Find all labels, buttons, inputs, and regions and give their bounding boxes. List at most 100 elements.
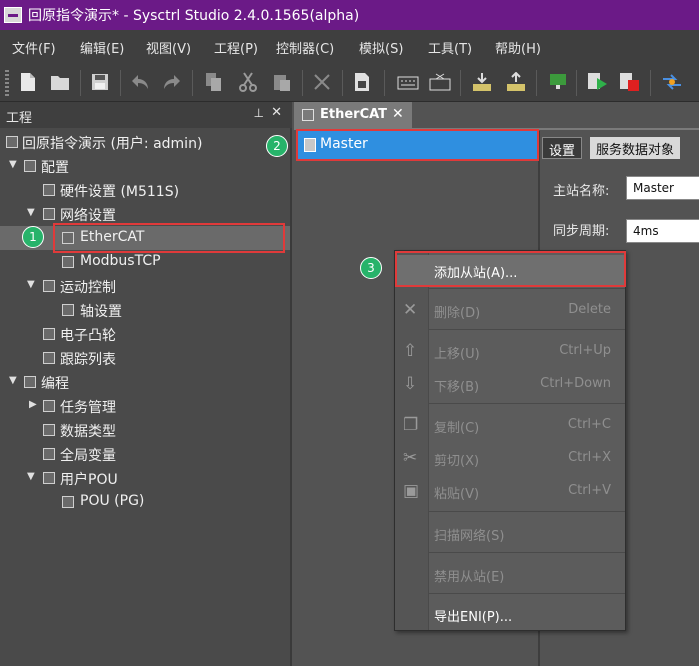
tree-item-globalvar[interactable]: 全局变量 xyxy=(0,442,290,466)
tree-item-task[interactable]: ▶ 任务管理 xyxy=(0,394,290,418)
master-name-field[interactable]: Master xyxy=(626,176,699,200)
menu-item-delete[interactable]: ✕ 删除(D) Delete xyxy=(395,295,625,325)
stop-icon[interactable] xyxy=(618,70,642,94)
menu-file[interactable]: 文件(F) xyxy=(12,38,56,57)
expand-arrow-icon[interactable]: ▼ xyxy=(27,207,35,218)
expand-arrow-icon[interactable]: ▼ xyxy=(27,471,35,482)
tree-item-program[interactable]: ▼ 编程 xyxy=(0,370,290,394)
cut-icon[interactable] xyxy=(236,70,260,94)
menu-simulate[interactable]: 模拟(S) xyxy=(359,38,403,57)
tree-item-label: 任务管理 xyxy=(60,400,116,416)
menu-item-copy[interactable]: ❐ 复制(C) Ctrl+C xyxy=(395,410,625,440)
tree-item-axis[interactable]: 轴设置 xyxy=(0,298,290,322)
tree-item-label: POU (PG) xyxy=(80,493,145,509)
callout-badge-3: 3 xyxy=(360,257,382,279)
tree-item-label: 运动控制 xyxy=(60,280,116,296)
menu-separator xyxy=(429,593,625,594)
callout-badge-1: 1 xyxy=(22,226,44,248)
trace-icon xyxy=(43,352,55,364)
open-folder-icon[interactable] xyxy=(48,70,72,94)
menu-separator xyxy=(429,552,625,553)
new-file-icon[interactable] xyxy=(16,70,40,94)
upload-icon[interactable] xyxy=(504,70,528,94)
tab-ethercat[interactable]: EtherCAT ✕ xyxy=(294,102,412,128)
tree-item-pou[interactable]: POU (PG) xyxy=(0,490,290,514)
toolbar-separator xyxy=(460,70,461,96)
menu-project[interactable]: 工程(P) xyxy=(214,38,258,57)
network-icon xyxy=(43,208,55,220)
build-icon[interactable] xyxy=(350,70,374,94)
download-icon[interactable] xyxy=(470,70,494,94)
redo-icon[interactable] xyxy=(160,70,184,94)
tree-item-hardware[interactable]: 硬件设置 (M511S) xyxy=(0,178,290,202)
tree-item-datatype[interactable]: 数据类型 xyxy=(0,418,290,442)
menu-item-disable-slave[interactable]: 禁用从站(E) xyxy=(395,559,625,589)
tree-item-label: 跟踪列表 xyxy=(60,352,116,368)
expand-arrow-icon[interactable]: ▼ xyxy=(9,159,17,170)
app-icon xyxy=(4,7,22,23)
close-icon[interactable]: ✕ xyxy=(392,106,404,122)
sync-cycle-field[interactable]: 4ms xyxy=(626,219,699,243)
toolbar-separator xyxy=(120,70,121,96)
tree-item-userpou[interactable]: ▼ 用户POU xyxy=(0,466,290,490)
tree-item-trace[interactable]: 跟踪列表 xyxy=(0,346,290,370)
pou-folder-icon xyxy=(43,472,55,484)
window-title: 回原指令演示* - Sysctrl Studio 2.4.0.1565(alph… xyxy=(28,8,360,24)
transfer-icon[interactable] xyxy=(660,70,684,94)
cut-icon: ✂ xyxy=(403,448,418,468)
cam-icon xyxy=(43,328,55,340)
toolbar-separator xyxy=(576,70,577,96)
menu-separator xyxy=(429,288,625,289)
tree-item-cam[interactable]: 电子凸轮 xyxy=(0,322,290,346)
monitor-icon[interactable] xyxy=(546,70,570,94)
expand-arrow-icon[interactable]: ▼ xyxy=(27,279,35,290)
keyboard-icon[interactable] xyxy=(396,70,420,94)
menu-controller[interactable]: 控制器(C) xyxy=(276,38,334,57)
menu-tools[interactable]: 工具(T) xyxy=(428,38,472,57)
menu-help[interactable]: 帮助(H) xyxy=(495,38,541,57)
menu-item-shortcut: Ctrl+X xyxy=(568,450,611,465)
context-menu: 添加从站(A)... ✕ 删除(D) Delete ⇧ 上移(U) Ctrl+U… xyxy=(394,250,626,631)
collapse-arrow-icon[interactable]: ▶ xyxy=(29,399,37,410)
global-var-icon xyxy=(43,448,55,460)
menu-item-cut[interactable]: ✂ 剪切(X) Ctrl+X xyxy=(395,443,625,473)
menu-item-label: 扫描网络(S) xyxy=(434,529,505,544)
pin-icon[interactable]: ⊥ xyxy=(254,106,264,120)
save-icon[interactable] xyxy=(88,70,112,94)
axis-gear-icon xyxy=(62,304,74,316)
delete-icon: ✕ xyxy=(403,300,418,320)
menu-item-move-down[interactable]: ⇩ 下移(B) Ctrl+Down xyxy=(395,369,625,399)
toolbar-separator xyxy=(384,70,385,96)
toolbar-grip[interactable] xyxy=(5,70,9,96)
tab-settings[interactable]: 设置 xyxy=(542,137,583,159)
arrow-up-icon: ⇧ xyxy=(403,341,418,361)
expand-arrow-icon[interactable]: ▼ xyxy=(9,375,17,386)
tree-item-label: 轴设置 xyxy=(80,304,122,320)
menu-item-paste[interactable]: ▣ 粘贴(V) Ctrl+V xyxy=(395,476,625,506)
close-icon[interactable]: ✕ xyxy=(271,105,282,120)
tree-item-motion[interactable]: ▼ 运动控制 xyxy=(0,274,290,298)
tab-sdo[interactable]: 服务数据对象 xyxy=(590,137,681,159)
menu-item-scan-network[interactable]: 扫描网络(S) xyxy=(395,518,625,548)
run-icon[interactable] xyxy=(586,70,610,94)
copy-icon[interactable] xyxy=(202,70,226,94)
tree-item-label: 网络设置 xyxy=(60,208,116,224)
highlight-box-master xyxy=(296,129,539,161)
paste-icon[interactable] xyxy=(270,70,294,94)
tree-item-label: 全局变量 xyxy=(60,448,116,464)
motion-icon xyxy=(43,280,55,292)
program-icon xyxy=(24,376,36,388)
tree-item-modbustcp[interactable]: ModbusTCP xyxy=(0,250,290,274)
menu-item-export-eni[interactable]: 导出ENI(P)... xyxy=(395,599,625,629)
toolbar-separator xyxy=(650,70,651,96)
delete-icon[interactable] xyxy=(310,70,334,94)
keyboard-remove-icon[interactable] xyxy=(428,70,452,94)
undo-icon[interactable] xyxy=(128,70,152,94)
tree-item-project[interactable]: 回原指令演示 (用户: admin) xyxy=(0,130,290,154)
menu-separator xyxy=(429,329,625,330)
tree-item-config[interactable]: ▼ 配置 xyxy=(0,154,290,178)
menu-item-move-up[interactable]: ⇧ 上移(U) Ctrl+Up xyxy=(395,336,625,366)
menu-view[interactable]: 视图(V) xyxy=(146,38,191,57)
menu-edit[interactable]: 编辑(E) xyxy=(80,38,124,57)
hardware-icon xyxy=(43,184,55,196)
